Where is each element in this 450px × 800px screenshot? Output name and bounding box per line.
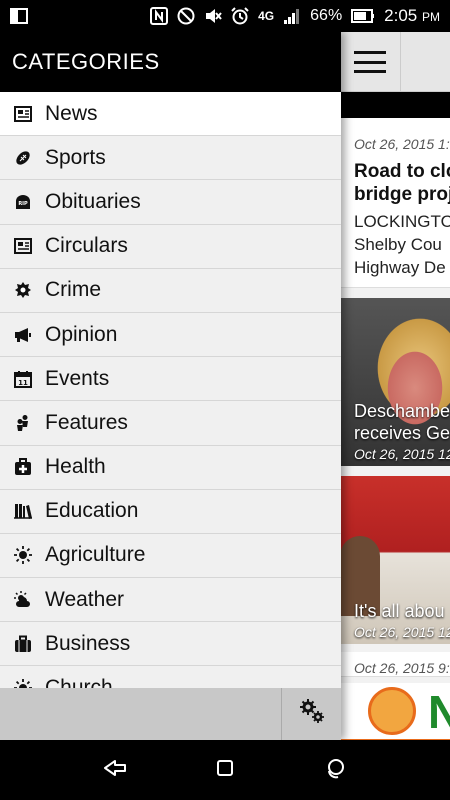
feed-header-band (340, 92, 450, 118)
battery-icon (351, 7, 375, 25)
category-label: Sports (45, 145, 106, 169)
category-item-church[interactable]: Church (0, 666, 341, 688)
signal-icon (283, 7, 301, 25)
category-item-sports[interactable]: Sports (0, 136, 341, 181)
alarm-icon (231, 7, 249, 25)
category-label: Events (45, 366, 110, 390)
police-badge-icon (0, 268, 45, 312)
article-date: Oct 26, 2015 1: (354, 136, 450, 152)
category-item-health[interactable]: Health (0, 445, 341, 490)
category-label: Circulars (45, 234, 128, 258)
category-label: Crime (45, 278, 101, 302)
recent-apps-icon (324, 757, 346, 784)
category-label: Health (45, 455, 106, 479)
article-photo-card[interactable]: It's all abou Oct 26, 2015 12 (340, 476, 450, 644)
ad-text: N (428, 686, 450, 738)
home-button[interactable] (205, 750, 245, 790)
category-label: Obituaries (45, 189, 141, 213)
hamburger-icon (354, 51, 386, 73)
menu-button[interactable] (340, 32, 401, 92)
back-button[interactable] (95, 750, 135, 790)
category-label: Features (45, 410, 128, 434)
medical-kit-icon (0, 445, 45, 489)
sun-icon (0, 666, 45, 688)
article-snippet: LOCKINGTO Shelby Cou Highway De (354, 212, 450, 277)
svg-text:11: 11 (18, 379, 28, 387)
network-type: 4G (258, 9, 275, 23)
books-icon (0, 489, 45, 533)
app-toolbar (340, 32, 450, 92)
article-headline: Road to clo bridge proje (354, 161, 450, 205)
football-icon (0, 136, 45, 180)
svg-text:RIP: RIP (18, 201, 28, 207)
newspaper-icon (0, 92, 45, 136)
category-item-agriculture[interactable]: Agriculture (0, 533, 341, 579)
category-label: Church (45, 676, 113, 688)
category-item-features[interactable]: Features (0, 401, 341, 446)
screen: 4G 66% 2:05 PM Oct 26, 2015 1: Road to c… (0, 0, 450, 800)
news-feed: Oct 26, 2015 1: Road to clo bridge proje… (340, 32, 450, 740)
ad-logo (368, 687, 416, 735)
status-bar: 4G 66% 2:05 PM (0, 0, 450, 32)
megaphone-icon (0, 313, 45, 357)
article-card[interactable]: Oct 26, 2015 1: Road to clo bridge proje… (340, 118, 450, 288)
system-nav-bar (0, 740, 450, 800)
battery-percent: 66% (310, 7, 343, 24)
ad-banner[interactable]: N (340, 683, 450, 740)
do-not-disturb-icon (177, 7, 195, 25)
category-label: Opinion (45, 322, 118, 346)
article-date: Oct 26, 2015 9: (354, 660, 450, 676)
category-label: Weather (45, 587, 124, 611)
category-label: Agriculture (45, 543, 146, 567)
sun-icon (0, 533, 45, 577)
tombstone-icon: RIP (0, 180, 45, 224)
category-item-opinion[interactable]: Opinion (0, 312, 341, 358)
home-icon (216, 759, 234, 782)
category-label: Business (45, 631, 131, 655)
article-photo-card[interactable]: Deschambe receives Ge Oct 26, 2015 12 (340, 298, 450, 466)
gears-icon (299, 698, 325, 731)
category-label: Education (45, 499, 139, 523)
back-icon (103, 758, 127, 783)
article-caption: Deschambe receives Ge Oct 26, 2015 12 (354, 401, 450, 462)
category-item-news[interactable]: News (0, 92, 341, 137)
mute-icon (204, 7, 222, 25)
settings-button[interactable] (281, 688, 341, 740)
navigation-drawer: CATEGORIES News Sports RIP Obituaries Ci… (0, 32, 341, 740)
category-item-weather[interactable]: Weather (0, 578, 341, 623)
drawer-title: CATEGORIES (0, 32, 341, 92)
briefcase-icon (0, 622, 45, 666)
category-item-education[interactable]: Education (0, 489, 341, 534)
drawer-footer (0, 688, 341, 740)
newspaper-icon (0, 224, 45, 268)
category-item-business[interactable]: Business (0, 622, 341, 667)
category-label: News (45, 101, 98, 125)
article-card[interactable]: Oct 26, 2015 9: (340, 652, 450, 677)
clock: 2:05 PM (384, 6, 440, 25)
category-item-events[interactable]: 11 Events (0, 357, 341, 402)
people-icon (0, 401, 45, 445)
category-item-circulars[interactable]: Circulars (0, 224, 341, 269)
article-caption: It's all abou Oct 26, 2015 12 (354, 601, 450, 640)
screen-mirror-icon (10, 7, 28, 25)
category-item-obituaries[interactable]: RIP Obituaries (0, 180, 341, 225)
category-item-crime[interactable]: Crime (0, 268, 341, 313)
partly-cloudy-icon (0, 578, 45, 622)
nfc-icon (150, 7, 169, 25)
category-list: News Sports RIP Obituaries Circulars Cri… (0, 92, 341, 688)
recent-apps-button[interactable] (315, 750, 355, 790)
calendar-icon: 11 (0, 357, 45, 401)
